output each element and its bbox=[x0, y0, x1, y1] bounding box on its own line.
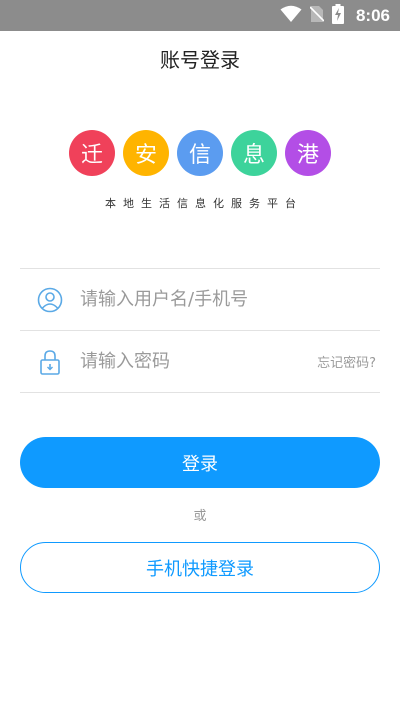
login-button[interactable]: 登录 bbox=[20, 437, 380, 488]
password-row: 忘记密码? bbox=[20, 331, 380, 392]
logo-char-2: 安 bbox=[123, 130, 169, 176]
logo: 迁 安 信 息 港 bbox=[0, 130, 400, 176]
logo-char-5: 港 bbox=[285, 130, 331, 176]
lock-icon bbox=[20, 331, 80, 392]
page-title: 账号登录 bbox=[160, 48, 240, 72]
logo-char-3: 信 bbox=[177, 130, 223, 176]
logo-char-4: 息 bbox=[231, 130, 277, 176]
status-icons: 8:06 bbox=[280, 0, 390, 31]
user-icon bbox=[20, 269, 80, 330]
forgot-password-link[interactable]: 忘记密码? bbox=[317, 352, 380, 371]
logo-char-1: 迁 bbox=[69, 130, 115, 176]
sim-none-icon bbox=[309, 5, 325, 27]
wifi-icon bbox=[280, 5, 302, 27]
username-row bbox=[20, 269, 380, 330]
divider-bottom bbox=[20, 392, 380, 393]
logo-tagline: 本地生活信息化服务平台 bbox=[105, 197, 303, 210]
status-bar: 8:06 bbox=[0, 0, 400, 31]
phone-quick-login-button[interactable]: 手机快捷登录 bbox=[20, 542, 380, 593]
password-input[interactable] bbox=[80, 341, 318, 382]
status-time: 8:06 bbox=[355, 5, 390, 25]
or-separator: 或 bbox=[193, 509, 207, 524]
username-input[interactable] bbox=[80, 279, 380, 320]
battery-charging-icon bbox=[331, 3, 344, 28]
